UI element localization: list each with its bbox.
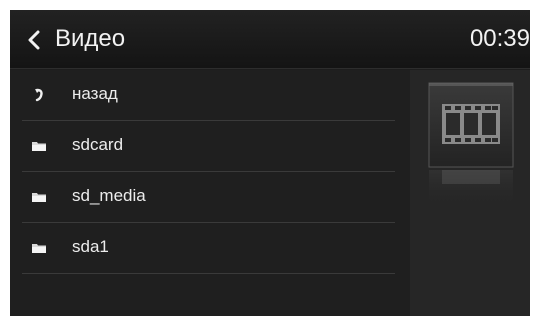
divider [22,273,395,274]
list-item-back[interactable]: назад [10,70,395,121]
list-item-label: sda1 [72,237,109,256]
page-title: Видео [55,25,126,52]
list-item-sd-media[interactable]: sd_media [10,172,395,223]
chevron-left-icon [28,30,40,50]
preview-panel [410,70,530,316]
list-item-label: sdcard [72,135,124,154]
file-list: назад sdcard sd_media sda1 [10,70,410,316]
clock: 00:39 [469,25,530,52]
video-browser-screen: Видео 00:39 назад sdcard sd_media sda1 [10,10,530,316]
back-arrow-icon [35,88,43,102]
list-item-label: sd_media [72,186,146,205]
header-bar: Видео 00:39 [10,10,530,69]
folder-icon [32,142,46,151]
folder-icon [32,193,46,202]
back-button[interactable]: Видео [10,10,170,68]
list-item-label: назад [72,84,118,103]
folder-icon [32,244,46,253]
film-strip-icon [428,82,514,210]
list-item-sda1[interactable]: sda1 [10,223,395,274]
list-item-sdcard[interactable]: sdcard [10,121,395,172]
